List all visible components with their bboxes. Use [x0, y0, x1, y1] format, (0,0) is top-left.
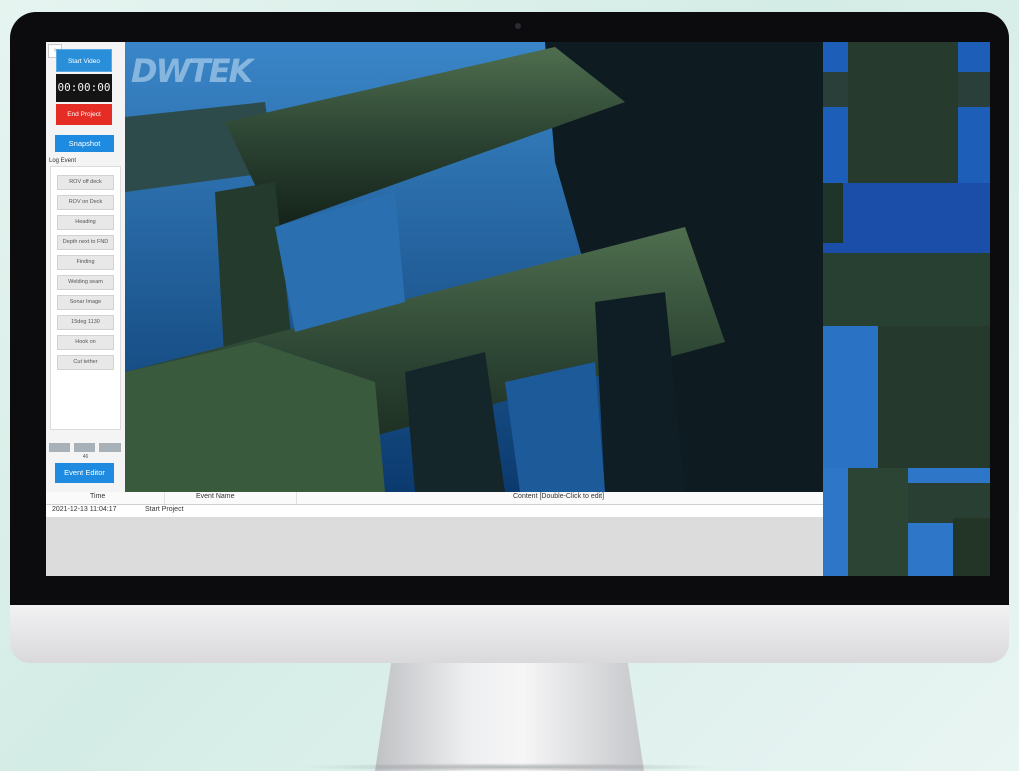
start-video-button[interactable]: Start Video — [56, 49, 112, 72]
camera-thumbnail[interactable] — [823, 326, 990, 468]
monitor-chin — [10, 605, 1009, 663]
log-event-button[interactable]: 15deg 1130 — [57, 315, 114, 330]
camera-thumbnail[interactable] — [823, 42, 990, 183]
cell-event-name: Start Project — [145, 506, 184, 513]
column-header-event-name[interactable]: Event Name — [196, 493, 235, 500]
end-project-button[interactable]: End Project — [56, 104, 112, 125]
column-divider — [296, 492, 297, 504]
event-editor-button[interactable]: Event Editor — [55, 463, 114, 483]
underwater-scene — [125, 42, 823, 492]
slider-segment[interactable] — [49, 443, 70, 452]
snapshot-button[interactable]: Snapshot — [55, 135, 114, 152]
table-row[interactable]: 2021-12-13 11:04:17 Start Project — [46, 505, 823, 517]
log-event-button[interactable]: Hook on — [57, 335, 114, 350]
log-event-label: Log Event — [49, 158, 77, 164]
company-watermark: DWTEK — [131, 52, 253, 90]
main-video-feed[interactable]: DWTEK — [125, 42, 823, 492]
log-event-button[interactable]: Cut tether — [57, 355, 114, 370]
control-panel: ‹ Start Video 00:00:00 End Project Snaps… — [46, 42, 125, 492]
event-table: Time Event Name Content [Double-Click to… — [46, 492, 823, 576]
camera-thumbnail[interactable] — [823, 183, 990, 326]
log-event-button[interactable]: Finding — [57, 255, 114, 270]
recording-timer: 00:00:00 — [56, 74, 112, 102]
log-event-button[interactable]: Sonar Image — [57, 295, 114, 310]
log-event-button[interactable]: ROV on Deck — [57, 195, 114, 210]
webcam-dot — [515, 23, 521, 29]
table-header: Time Event Name Content [Double-Click to… — [46, 492, 823, 505]
column-header-time[interactable]: Time — [90, 493, 105, 500]
thumbnail-image — [823, 42, 990, 183]
thumbnail-image — [823, 183, 990, 326]
slider-segment[interactable] — [74, 443, 95, 452]
camera-thumbnails — [823, 42, 990, 576]
log-event-button[interactable]: Heading — [57, 215, 114, 230]
log-event-list: ROV off deck ROV on Deck Heading Depth n… — [50, 166, 121, 430]
monitor-stand — [375, 663, 644, 771]
thumbnail-image — [878, 326, 990, 468]
camera-thumbnail[interactable] — [823, 468, 990, 576]
slider-segment[interactable] — [99, 443, 121, 452]
slider-value: 46 — [82, 454, 89, 460]
stand-shadow — [300, 763, 720, 771]
log-event-button[interactable]: Welding seam — [57, 275, 114, 290]
thumbnail-image — [848, 468, 990, 576]
cell-time: 2021-12-13 11:04:17 — [52, 506, 117, 513]
column-divider — [164, 492, 165, 504]
column-header-content[interactable]: Content [Double-Click to edit] — [513, 493, 604, 500]
log-event-button[interactable]: Depth next to FND — [57, 235, 114, 250]
log-event-button[interactable]: ROV off deck — [57, 175, 114, 190]
app-screen: ‹ Start Video 00:00:00 End Project Snaps… — [46, 42, 990, 576]
